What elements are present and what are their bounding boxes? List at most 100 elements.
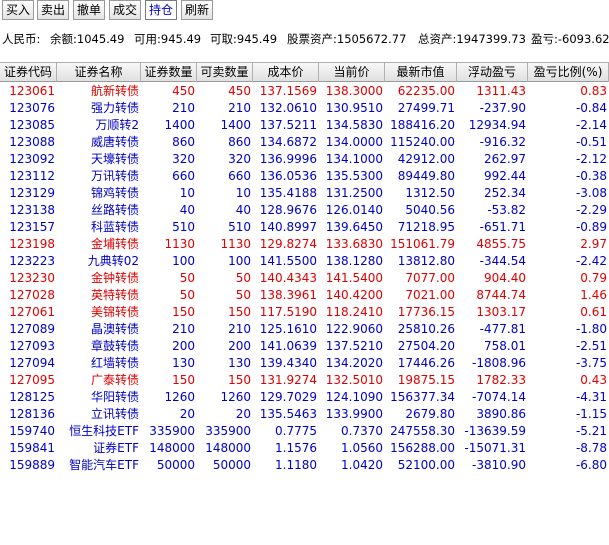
- cell-market-value: 19875.15: [397, 373, 455, 387]
- header-price[interactable]: 当前价: [319, 63, 385, 82]
- cell-floating-pnl: 12934.94: [468, 118, 526, 132]
- cell-floating-pnl: -3810.90: [472, 458, 526, 472]
- cell-sellable: 40: [235, 203, 251, 217]
- pnl-value: 盈亏:-6093.62: [531, 32, 609, 46]
- cell-floating-pnl: 992.44: [484, 169, 526, 183]
- positions-button[interactable]: 持仓: [145, 0, 177, 20]
- cell-price: 134.5830: [325, 118, 383, 132]
- cell-floating-pnl: 904.40: [484, 271, 526, 285]
- positions-table[interactable]: 证券代码 证券名称 证券数量 可卖数量 成本价 当前价 最新市值 浮动盈亏 盈亏…: [0, 62, 609, 474]
- table-row[interactable]: 123223 九典转02 100 100 141.5500 138.1280 13812.8…: [0, 253, 609, 270]
- table-row[interactable]: 123129 锦鸡转债 10 10 135.4188 131.2500 1312.50 252…: [0, 185, 609, 202]
- table-row[interactable]: 123076 强力转债 210 210 132.0610 130.9510 27499.71…: [0, 100, 609, 117]
- buy-button[interactable]: 买入: [2, 0, 34, 20]
- table-row[interactable]: 123230 金钟转债 50 50 140.4343 141.5400 7077.00 904…: [0, 270, 609, 287]
- cell-floating-pnl: 8744.74: [476, 288, 526, 302]
- cell-cost: 0.7775: [275, 424, 317, 438]
- cell-name: 恒生科技ETF: [69, 424, 139, 438]
- header-cost[interactable]: 成本价: [253, 63, 319, 82]
- table-row[interactable]: 159889 智能汽车ETF 50000 50000 1.1180 1.0420 52100…: [0, 457, 609, 474]
- cell-floating-pnl: 1311.43: [476, 84, 526, 98]
- table-row[interactable]: 123088 威唐转债 860 860 134.6872 134.0000 115240.0…: [0, 134, 609, 151]
- cell-floating-pnl: -53.82: [487, 203, 526, 217]
- cell-quantity: 1400: [164, 118, 195, 132]
- table-row[interactable]: 123061 航新转债 450 450 137.1569 138.3000 62235.00…: [0, 83, 609, 100]
- cell-sellable: 100: [228, 254, 251, 268]
- table-row[interactable]: 127061 美锦转债 150 150 117.5190 118.2410 17736.15…: [0, 304, 609, 321]
- cell-floating-pnl: -916.32: [479, 135, 526, 149]
- cell-market-value: 156288.00: [390, 441, 455, 455]
- table-row[interactable]: 123157 科蓝转债 510 510 140.8997 139.6450 71218.95…: [0, 219, 609, 236]
- cell-pnl-ratio: -2.29: [575, 203, 607, 217]
- header-sellable[interactable]: 可卖数量: [197, 63, 253, 82]
- cell-name: 广泰转债: [90, 373, 139, 387]
- cell-name: 晶澳转债: [90, 322, 139, 336]
- trades-button[interactable]: 成交: [109, 0, 141, 20]
- cell-cost: 125.1610: [259, 322, 317, 336]
- header-quantity[interactable]: 证券数量: [141, 63, 197, 82]
- cancel-order-button[interactable]: 撤单: [73, 0, 105, 20]
- cell-code: 123112: [9, 169, 55, 183]
- cell-floating-pnl: -1808.96: [472, 356, 526, 370]
- table-row[interactable]: 159740 恒生科技ETF 335900 335900 0.7775 0.7370 247…: [0, 423, 609, 440]
- cell-pnl-ratio: -2.51: [575, 339, 607, 353]
- table-row[interactable]: 123198 金埔转债 1130 1130 129.8274 133.6830 151061…: [0, 236, 609, 253]
- table-row[interactable]: 123138 丝路转债 40 40 128.9676 126.0140 5040.56 -53…: [0, 202, 609, 219]
- total-assets-value: 总资产:1947399.73: [418, 32, 526, 46]
- cell-market-value: 2679.80: [405, 407, 455, 421]
- table-row[interactable]: 128125 华阳转债 1260 1260 129.7029 124.1090 156377…: [0, 389, 609, 406]
- header-code[interactable]: 证券代码: [0, 63, 57, 82]
- table-row[interactable]: 127089 晶澳转债 210 210 125.1610 122.9060 25810.26…: [0, 321, 609, 338]
- cell-floating-pnl: -344.54: [479, 254, 526, 268]
- header-name[interactable]: 证券名称: [57, 63, 141, 82]
- refresh-button[interactable]: 刷新: [181, 0, 213, 20]
- header-market-value[interactable]: 最新市值: [385, 63, 457, 82]
- cell-cost: 128.9676: [259, 203, 317, 217]
- cell-sellable: 1400: [220, 118, 251, 132]
- header-floating-pnl[interactable]: 浮动盈亏: [457, 63, 528, 82]
- cell-quantity: 320: [172, 152, 195, 166]
- table-row[interactable]: 123112 万讯转债 660 660 136.0536 135.5300 89449.80…: [0, 168, 609, 185]
- sell-button[interactable]: 卖出: [37, 0, 69, 20]
- table-row[interactable]: 123092 天壕转债 320 320 136.9996 134.1000 42912.00…: [0, 151, 609, 168]
- cell-quantity: 860: [172, 135, 195, 149]
- cell-code: 127094: [9, 356, 55, 370]
- cell-sellable: 148000: [205, 441, 251, 455]
- cell-name: 锦鸡转债: [90, 186, 139, 200]
- cell-price: 134.2020: [325, 356, 383, 370]
- table-row[interactable]: 127094 红墙转债 130 130 139.4340 134.2020 17446.26…: [0, 355, 609, 372]
- cell-market-value: 156377.34: [390, 390, 455, 404]
- cell-name: 科蓝转债: [90, 220, 139, 234]
- table-row[interactable]: 159841 证券ETF 148000 148000 1.1576 1.0560 15628…: [0, 440, 609, 457]
- cell-name: 丝路转债: [90, 203, 139, 217]
- cell-code: 159841: [9, 441, 55, 455]
- cell-code: 123129: [9, 186, 55, 200]
- table-row[interactable]: 127093 章鼓转债 200 200 141.0639 137.5210 27504.20…: [0, 338, 609, 355]
- cell-floating-pnl: 1303.17: [476, 305, 526, 319]
- header-pnl-ratio[interactable]: 盈亏比例(%): [528, 63, 609, 82]
- cell-sellable: 1130: [220, 237, 251, 251]
- cell-name: 红墙转债: [90, 356, 139, 370]
- cell-code: 127093: [9, 339, 55, 353]
- cell-quantity: 148000: [149, 441, 195, 455]
- cell-sellable: 150: [228, 305, 251, 319]
- cell-sellable: 50: [235, 288, 251, 302]
- cell-code: 123092: [9, 152, 55, 166]
- cell-cost: 140.8997: [259, 220, 317, 234]
- cell-cost: 131.9274: [259, 373, 317, 387]
- cell-price: 124.1090: [325, 390, 383, 404]
- cell-sellable: 510: [228, 220, 251, 234]
- cell-code: 128136: [9, 407, 55, 421]
- cell-quantity: 1260: [164, 390, 195, 404]
- cell-cost: 129.7029: [259, 390, 317, 404]
- table-row[interactable]: 127028 英特转债 50 50 138.3961 140.4200 7021.00 874…: [0, 287, 609, 304]
- cell-market-value: 247558.30: [390, 424, 455, 438]
- cell-price: 132.5010: [325, 373, 383, 387]
- table-row[interactable]: 123085 万顺转2 1400 1400 137.5211 134.5830 188416…: [0, 117, 609, 134]
- cell-cost: 1.1180: [275, 458, 317, 472]
- table-row[interactable]: 127095 广泰转债 150 150 131.9274 132.5010 19875.15…: [0, 372, 609, 389]
- table-row[interactable]: 128136 立讯转债 20 20 135.5463 133.9900 2679.80 389…: [0, 406, 609, 423]
- cell-price: 137.5210: [325, 339, 383, 353]
- cell-pnl-ratio: -0.51: [575, 135, 607, 149]
- cell-sellable: 210: [228, 322, 251, 336]
